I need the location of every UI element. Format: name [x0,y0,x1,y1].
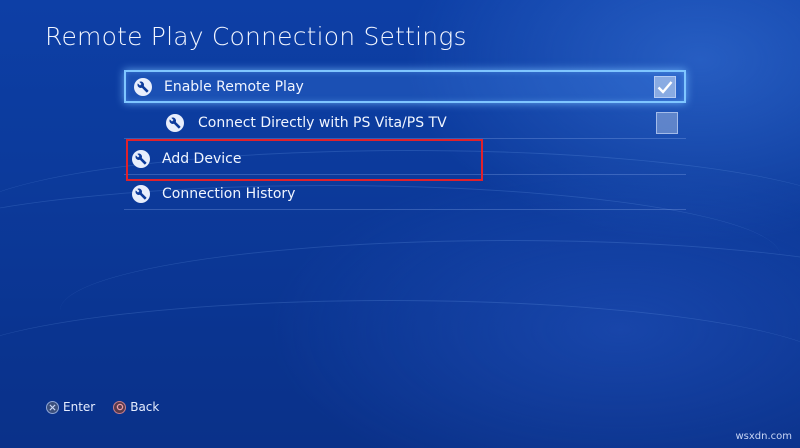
annotation-highlight-box [126,139,483,181]
menu-item-connect-directly[interactable]: Connect Directly with PS Vita/PS TV [124,106,686,139]
enable-remote-play-checkbox[interactable] [654,75,676,98]
menu-item-connection-history[interactable]: Connection History [124,177,686,210]
menu-item-label: Connection History [162,185,296,202]
enter-hint[interactable]: Enter [46,400,95,414]
settings-menu: Enable Remote Play Connect Directly with… [0,0,800,448]
back-hint[interactable]: Back [113,400,159,414]
back-label: Back [130,400,160,414]
menu-item-enable-remote-play[interactable]: Enable Remote Play [124,70,686,103]
wrench-icon [166,113,184,132]
watermark: wsxdn.com [735,431,792,442]
wrench-icon [132,184,150,203]
connect-directly-checkbox[interactable] [656,111,678,134]
cross-button-icon [46,400,59,414]
button-hints: Enter Back [46,400,177,414]
enter-label: Enter [63,400,96,414]
wrench-icon [134,77,152,96]
menu-item-label: Enable Remote Play [164,78,304,95]
circle-button-icon [113,400,127,414]
row-divider [124,209,686,210]
checkmark-icon [657,80,673,94]
menu-item-label: Connect Directly with PS Vita/PS TV [198,114,447,131]
